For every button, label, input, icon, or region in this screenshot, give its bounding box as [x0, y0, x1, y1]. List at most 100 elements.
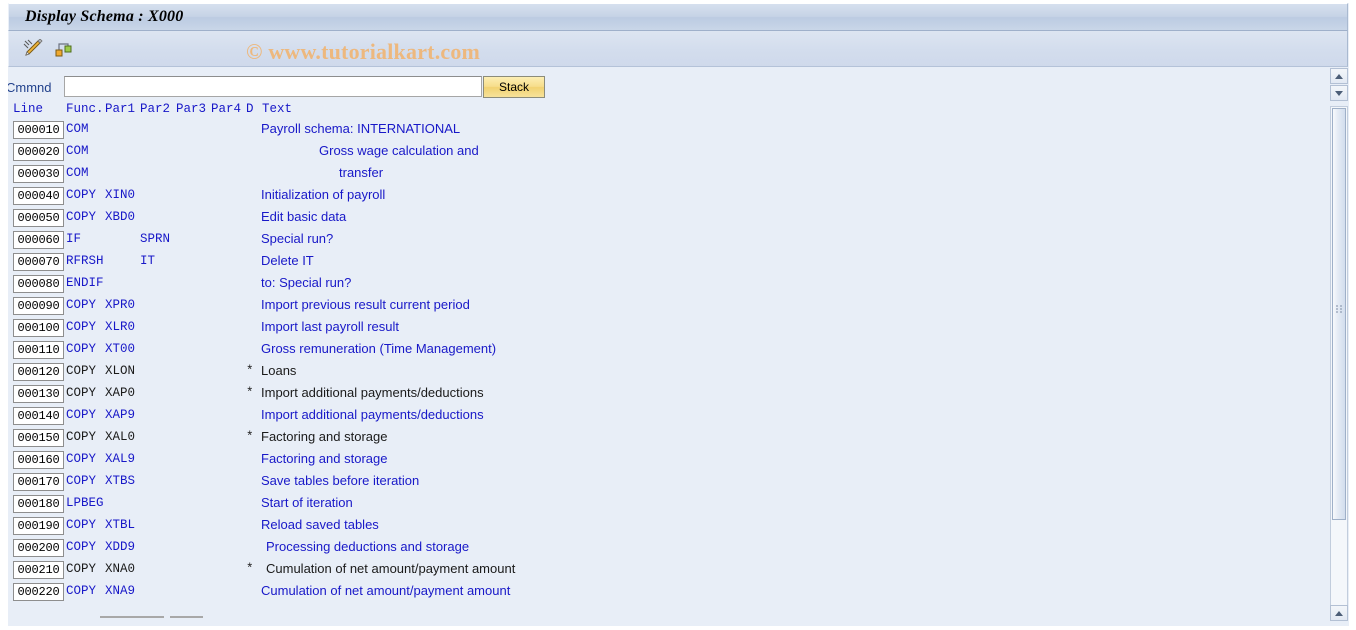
- cell-func: COPY: [66, 540, 97, 554]
- line-number-field[interactable]: 000030: [13, 165, 64, 183]
- cell-par1: XLON: [105, 364, 136, 378]
- stack-button[interactable]: Stack: [483, 76, 545, 98]
- line-number-field[interactable]: 000130: [13, 385, 64, 403]
- line-number-field[interactable]: 000100: [13, 319, 64, 337]
- table-row[interactable]: 000110 COPY XT00 Gross remuneration (Time M…: [0, 340, 1316, 362]
- cell-func: COPY: [66, 584, 97, 598]
- cell-func: COM: [66, 122, 89, 136]
- scroll-grip-icon: [1336, 305, 1344, 314]
- cell-text: Gross wage calculation and: [319, 143, 479, 158]
- line-number-field[interactable]: 000080: [13, 275, 64, 293]
- table-row[interactable]: 000120 COPY XLON * Loans: [0, 362, 1316, 384]
- table-row[interactable]: 000080 ENDIF to: Special run?: [0, 274, 1316, 296]
- table-row[interactable]: 000170 COPY XTBS Save tables before iterati…: [0, 472, 1316, 494]
- cell-func: IF: [66, 232, 82, 246]
- cell-par2: SPRN: [140, 232, 171, 246]
- line-number-field[interactable]: 000040: [13, 187, 64, 205]
- line-number-field[interactable]: 000070: [13, 253, 64, 271]
- cell-func: COM: [66, 144, 89, 158]
- cell-par1: XTBS: [105, 474, 136, 488]
- line-number-field[interactable]: 000140: [13, 407, 64, 425]
- table-row[interactable]: 000140 COPY XAP9 Import additional payments…: [0, 406, 1316, 428]
- cell-func: COPY: [66, 342, 97, 356]
- line-number-field[interactable]: 000120: [13, 363, 64, 381]
- page-nav-arrows: [1330, 68, 1348, 102]
- table-row[interactable]: 000010 COM Payroll schema: INTERNATIONAL: [0, 120, 1316, 142]
- page-title: Display Schema : X000: [25, 8, 184, 25]
- line-number-field[interactable]: 000150: [13, 429, 64, 447]
- line-number-field[interactable]: 000210: [13, 561, 64, 579]
- table-row[interactable]: 000190 COPY XTBL Reload saved tables: [0, 516, 1316, 538]
- table-row[interactable]: 000020 COM Gross wage calculation and: [0, 142, 1316, 164]
- cell-text: Initialization of payroll: [261, 187, 386, 202]
- cell-par1: XNA9: [105, 584, 136, 598]
- cell-par1: XPR0: [105, 298, 136, 312]
- table-row[interactable]: 000180 LPBEG Start of iteration: [0, 494, 1316, 516]
- table-row[interactable]: 000210 COPY XNA0 * Cumulation of net amount/…: [0, 560, 1316, 582]
- cell-func: COPY: [66, 320, 97, 334]
- table-row[interactable]: 000060 IF SPRN Special run?: [0, 230, 1316, 252]
- scroll-down-arrow-button[interactable]: [1330, 85, 1348, 101]
- cell-text: Start of iteration: [261, 495, 353, 510]
- command-input[interactable]: [64, 76, 482, 97]
- cell-func: COM: [66, 166, 89, 180]
- cell-text: Reload saved tables: [261, 517, 379, 532]
- line-number-field[interactable]: 000180: [13, 495, 64, 513]
- chevron-down-icon: [1335, 91, 1343, 96]
- cell-text: Factoring and storage: [261, 451, 388, 466]
- line-number-field[interactable]: 000190: [13, 517, 64, 535]
- clipped-row-fragment-1: [100, 616, 164, 618]
- table-row[interactable]: 000150 COPY XAL0 * Factoring and storage: [0, 428, 1316, 450]
- table-row[interactable]: 000050 COPY XBD0 Edit basic data: [0, 208, 1316, 230]
- column-header-par4: Par4: [211, 102, 242, 116]
- table-row[interactable]: 000130 COPY XAP0 * Import additional payment…: [0, 384, 1316, 406]
- cell-text: to: Special run?: [261, 275, 352, 290]
- cell-text: Processing deductions and storage: [266, 539, 470, 554]
- line-number-field[interactable]: 000220: [13, 583, 64, 601]
- edit-pencil-icon[interactable]: [23, 38, 45, 59]
- cell-text: Import last payroll result: [261, 319, 399, 334]
- table-row[interactable]: 000100 COPY XLR0 Import last payroll result: [0, 318, 1316, 340]
- window-top-margin: [0, 0, 1356, 3]
- table-row[interactable]: 000160 COPY XAL9 Factoring and storage: [0, 450, 1316, 472]
- cell-func: COPY: [66, 188, 97, 202]
- cell-par2: IT: [140, 254, 156, 268]
- table-row[interactable]: 000200 COPY XDD9 Processing deductions and …: [0, 538, 1316, 560]
- line-number-field[interactable]: 000090: [13, 297, 64, 315]
- line-number-field[interactable]: 000160: [13, 451, 64, 469]
- line-number-field[interactable]: 000060: [13, 231, 64, 249]
- cell-func: RFRSH: [66, 254, 104, 268]
- column-header-func: Func.: [66, 102, 104, 116]
- scroll-bottom-arrow-button[interactable]: [1330, 605, 1348, 621]
- table-row[interactable]: 000030 COM transfer: [0, 164, 1316, 186]
- cell-func: COPY: [66, 430, 97, 444]
- vertical-scrollbar[interactable]: [1330, 106, 1348, 620]
- cell-text: Import additional payments/deductions: [261, 407, 484, 422]
- cell-func: COPY: [66, 474, 97, 488]
- schema-line-table: 000010 COM Payroll schema: INTERNATIONAL 00…: [0, 120, 1316, 604]
- cell-text: Delete IT: [261, 253, 314, 268]
- column-header-par2: Par2: [140, 102, 171, 116]
- cell-func: COPY: [66, 364, 97, 378]
- cell-func: COPY: [66, 386, 97, 400]
- table-row[interactable]: 000040 COPY XIN0 Initialization of payroll: [0, 186, 1316, 208]
- cell-text: Factoring and storage: [261, 429, 388, 444]
- table-row[interactable]: 000070 RFRSH IT Delete IT: [0, 252, 1316, 274]
- vertical-scroll-thumb[interactable]: [1332, 108, 1346, 520]
- line-number-field[interactable]: 000110: [13, 341, 64, 359]
- table-row[interactable]: 000220 COPY XNA9 Cumulation of net amount/p…: [0, 582, 1316, 604]
- cell-text: Import previous result current period: [261, 297, 470, 312]
- line-number-field[interactable]: 000050: [13, 209, 64, 227]
- line-number-field[interactable]: 000200: [13, 539, 64, 557]
- line-number-field[interactable]: 000170: [13, 473, 64, 491]
- cell-par1: XLR0: [105, 320, 136, 334]
- scroll-up-arrow-button[interactable]: [1330, 68, 1348, 84]
- table-row[interactable]: 000090 COPY XPR0 Import previous result cur…: [0, 296, 1316, 318]
- cell-d-flag: *: [246, 386, 254, 400]
- cell-par1: XIN0: [105, 188, 136, 202]
- cell-par1: XTBL: [105, 518, 136, 532]
- line-number-field[interactable]: 000010: [13, 121, 64, 139]
- line-number-field[interactable]: 000020: [13, 143, 64, 161]
- cell-par1: XAP0: [105, 386, 136, 400]
- schema-structure-icon[interactable]: [53, 39, 75, 59]
